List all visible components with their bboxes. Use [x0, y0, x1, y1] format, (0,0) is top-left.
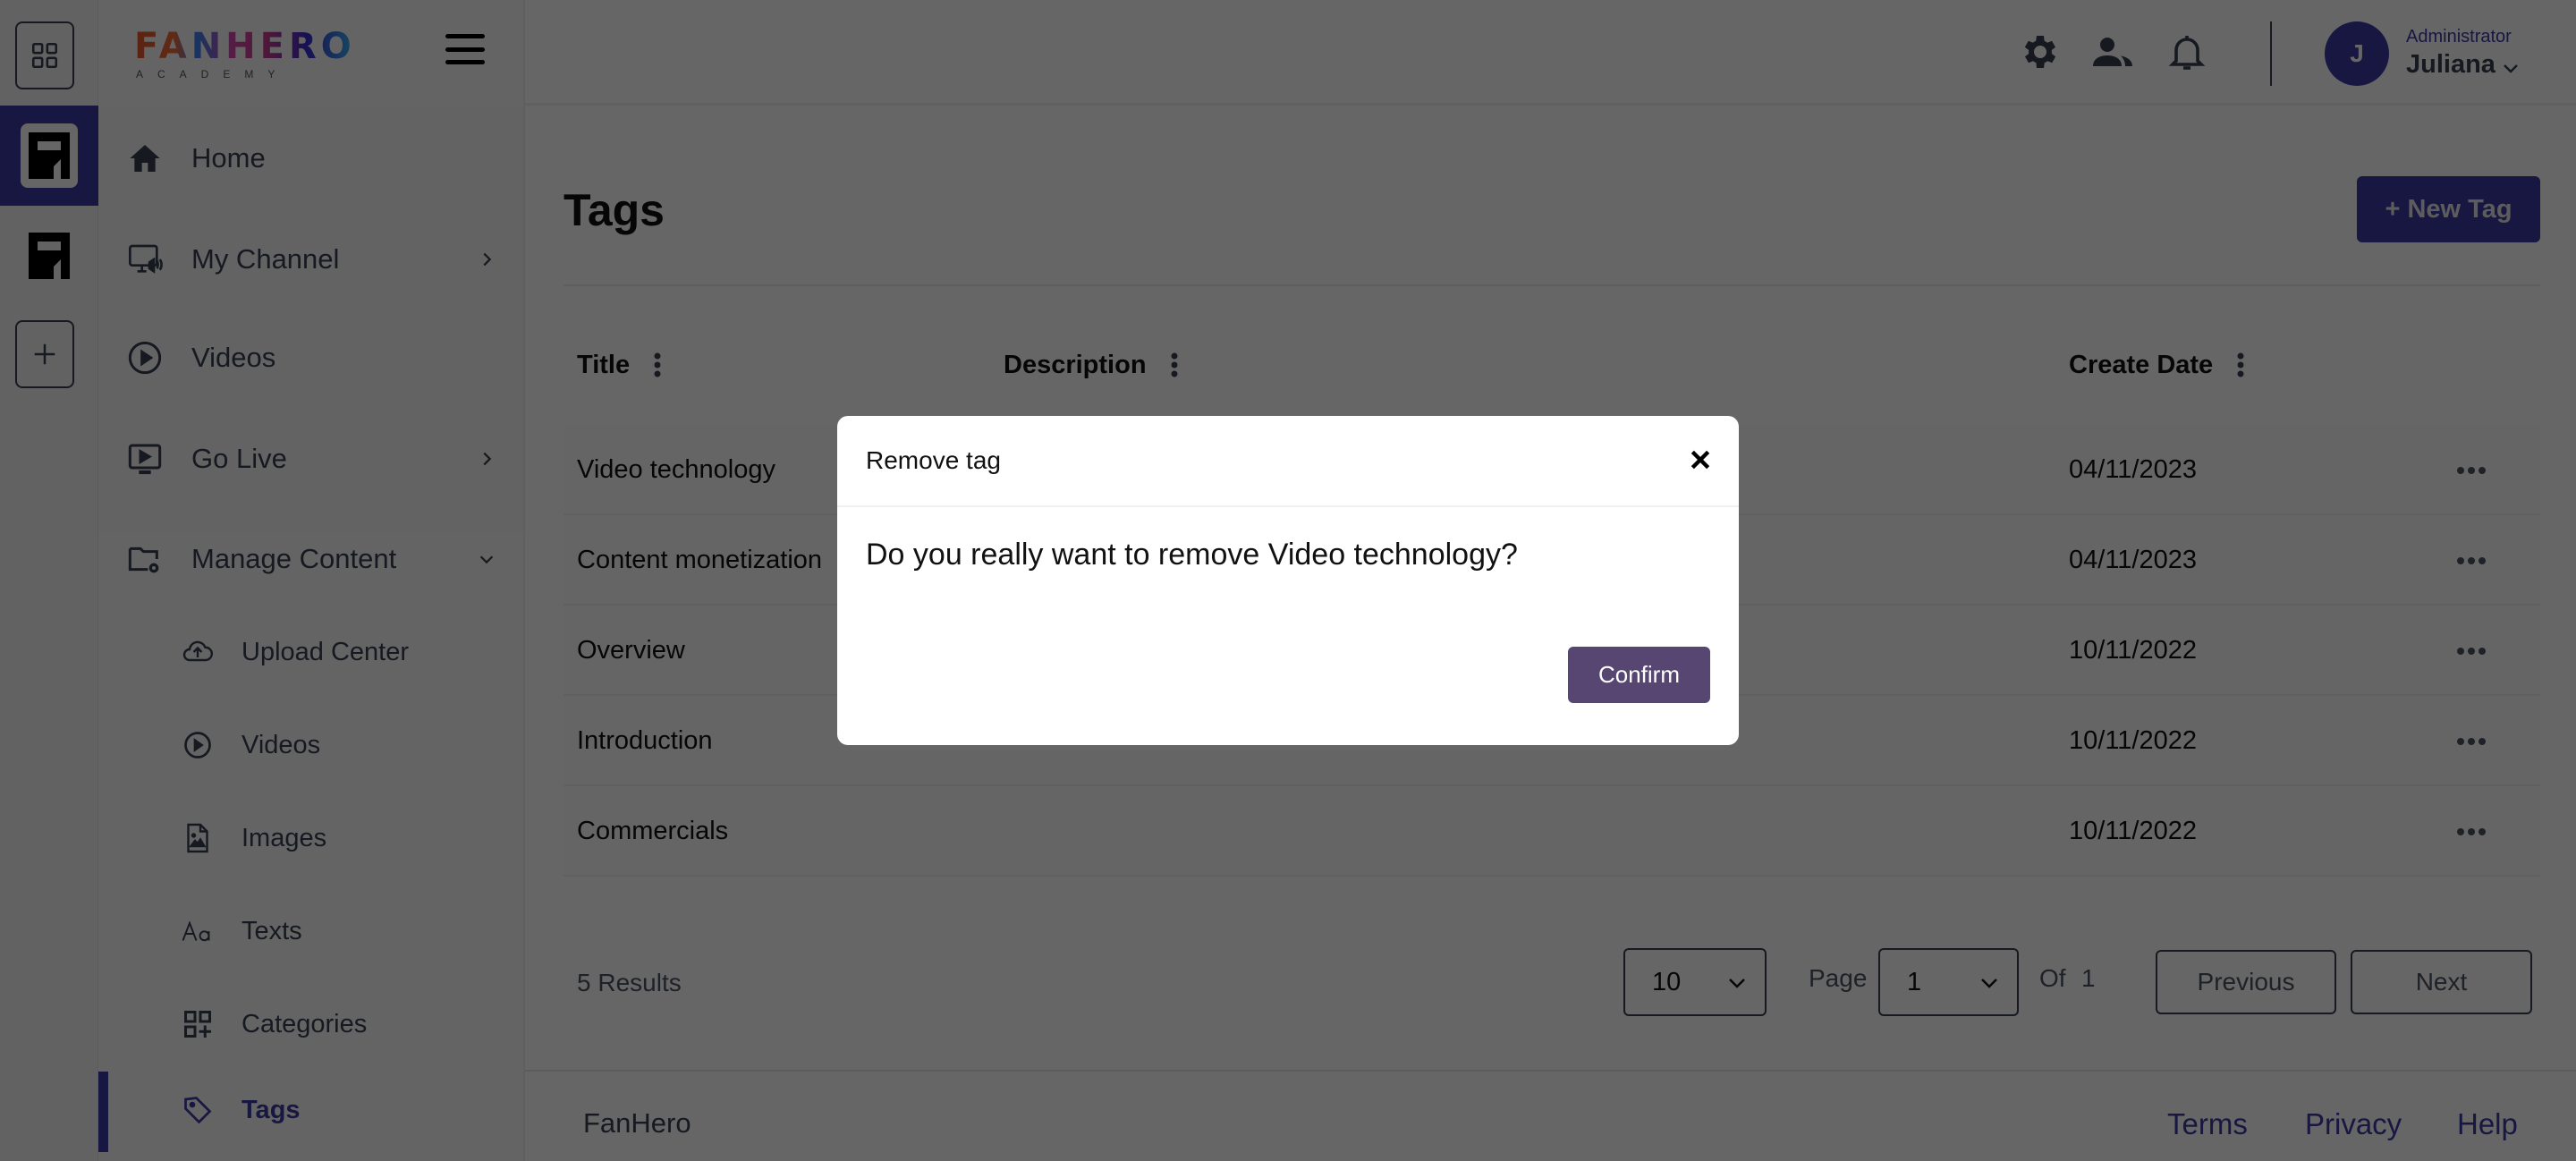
- dialog-header: Remove tag: [837, 416, 1739, 507]
- dialog-message: Do you really want to remove Video techn…: [866, 538, 1518, 572]
- dialog-title: Remove tag: [866, 446, 1001, 474]
- remove-tag-dialog: Remove tag Do you really want to remove …: [837, 416, 1739, 745]
- confirm-button[interactable]: Confirm: [1568, 647, 1710, 703]
- close-icon[interactable]: [1689, 448, 1712, 471]
